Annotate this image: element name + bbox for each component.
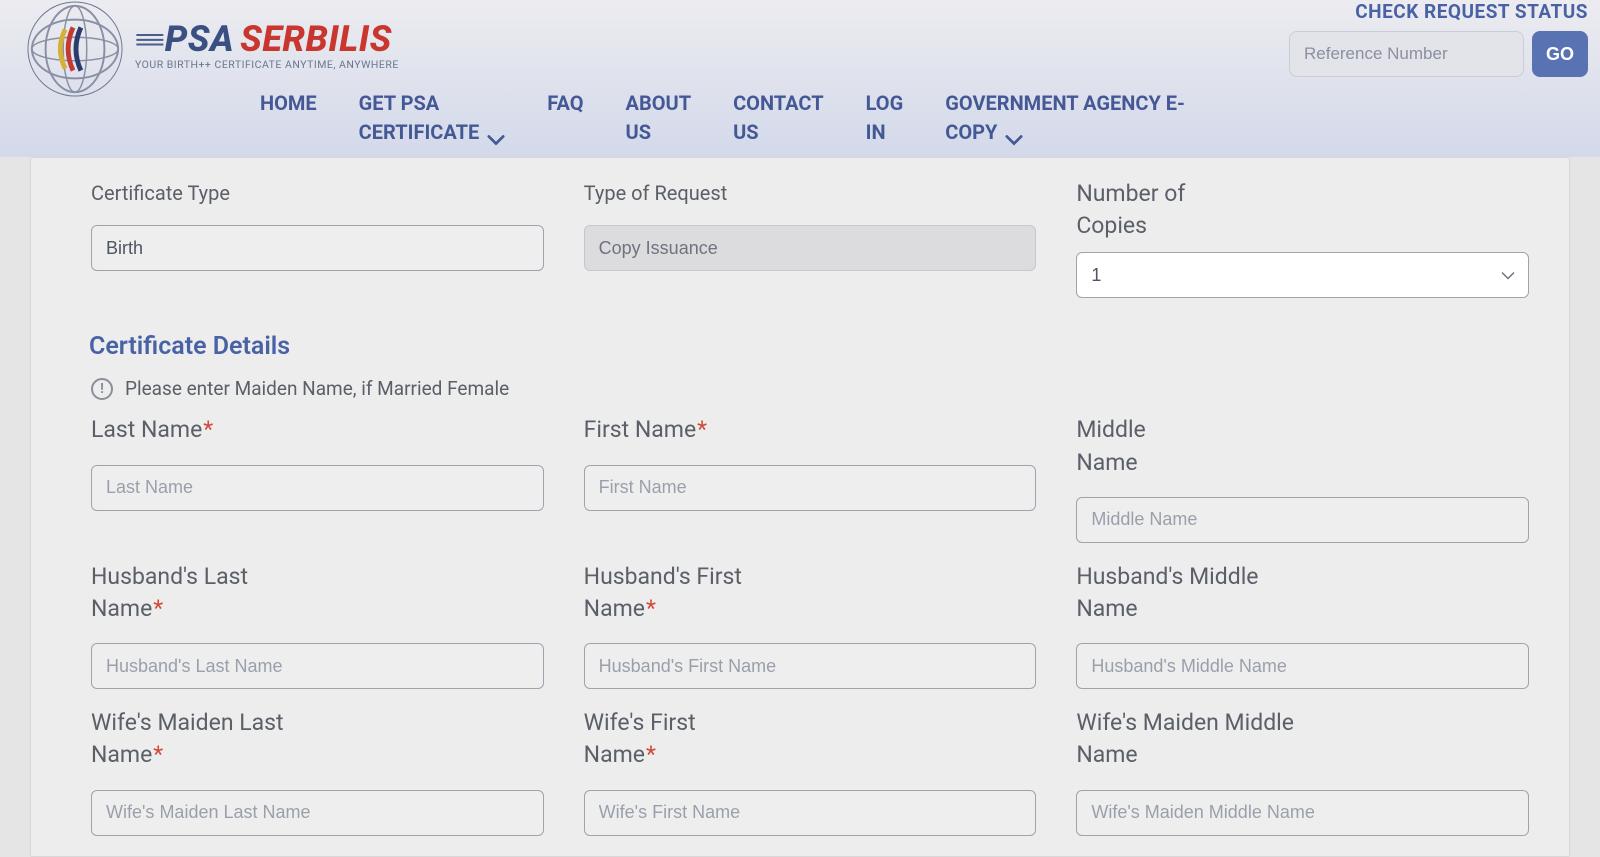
last-name-label: Last Name* (91, 414, 221, 446)
chevron-down-icon (1005, 126, 1023, 140)
husband-first-label: Husband's First Name* (584, 561, 784, 625)
speed-lines-icon: ≡≡ (135, 23, 162, 56)
info-row: ! Please enter Maiden Name, if Married F… (91, 377, 1529, 400)
husband-first-input[interactable] (584, 643, 1037, 689)
cert-type-input[interactable] (91, 225, 544, 271)
request-details-row: Certificate Type Type of Request Number … (91, 178, 1529, 298)
name-row: Last Name* First Name* Middle Name (91, 414, 1529, 542)
nav-faq[interactable]: FAQ (547, 89, 583, 147)
nav-home-label: HOME (260, 89, 317, 118)
nav-login-l1: LOG (866, 89, 904, 118)
wife-first-input[interactable] (584, 790, 1037, 836)
wife-middle-label: Wife's Maiden Middle Name (1076, 707, 1336, 771)
nav-about-l1: ABOUT (626, 89, 692, 118)
husband-last-label: Husband's Last Name* (91, 561, 291, 625)
husband-middle-label: Husband's Middle Name (1076, 561, 1296, 625)
copies-select[interactable] (1076, 252, 1529, 298)
husband-middle-input[interactable] (1076, 643, 1529, 689)
nav-contact-l2: US (733, 118, 824, 147)
form-card: Certificate Type Type of Request Number … (30, 157, 1570, 857)
nav-gov-l2: COPY (945, 118, 997, 147)
first-name-label: First Name* (584, 414, 714, 446)
go-button[interactable]: GO (1532, 31, 1588, 77)
site-header: ≡≡ PSA SERBILIS YOUR BIRTH++ CERTIFICATE… (0, 0, 1600, 157)
husband-row: Husband's Last Name* Husband's First Nam… (91, 561, 1529, 689)
nav-get-l2: CERTIFICATE (359, 118, 480, 147)
nav-contact[interactable]: CONTACT US (733, 89, 824, 147)
info-icon: ! (91, 378, 113, 400)
brand-psa: PSA (165, 18, 234, 60)
nav-gov-l1: GOVERNMENT AGENCY E- (945, 89, 1185, 118)
middle-name-label: Middle Name (1076, 414, 1206, 478)
nav-login[interactable]: LOG IN (866, 89, 904, 147)
brand: ≡≡ PSA SERBILIS YOUR BIRTH++ CERTIFICATE… (135, 18, 399, 71)
type-request-label: Type of Request (584, 178, 1037, 209)
copies-label: Number of Copies (1076, 178, 1206, 242)
main-nav: HOME GET PSA CERTIFICATE FAQ ABOUT US CO… (260, 89, 1185, 147)
nav-login-l2: IN (866, 118, 904, 147)
status-check-area: CHECK REQUEST STATUS GO (1289, 0, 1588, 77)
psa-seal-logo (20, 0, 130, 98)
nav-about[interactable]: ABOUT US (626, 89, 692, 147)
last-name-input[interactable] (91, 465, 544, 511)
certificate-details-heading: Certificate Details (89, 332, 1529, 361)
nav-get-l1: GET PSA (359, 89, 506, 118)
reference-number-input[interactable] (1289, 31, 1524, 77)
nav-contact-l1: CONTACT (733, 89, 824, 118)
first-name-input[interactable] (584, 465, 1037, 511)
check-status-label: CHECK REQUEST STATUS (1355, 0, 1588, 23)
middle-name-input[interactable] (1076, 497, 1529, 543)
wife-last-input[interactable] (91, 790, 544, 836)
brand-serbilis: SERBILIS (240, 18, 392, 60)
info-text: Please enter Maiden Name, if Married Fem… (125, 377, 509, 400)
nav-home[interactable]: HOME (260, 89, 317, 118)
cert-type-label: Certificate Type (91, 178, 544, 209)
nav-faq-label: FAQ (547, 89, 583, 118)
brand-tagline: YOUR BIRTH++ CERTIFICATE ANYTIME, ANYWHE… (135, 58, 399, 71)
page-content: Certificate Type Type of Request Number … (0, 157, 1600, 857)
wife-last-label: Wife's Maiden Last Name* (91, 707, 321, 771)
husband-last-input[interactable] (91, 643, 544, 689)
wife-middle-input[interactable] (1076, 790, 1529, 836)
nav-gov-ecopy[interactable]: GOVERNMENT AGENCY E- COPY (945, 89, 1185, 147)
wife-row: Wife's Maiden Last Name* Wife's First Na… (91, 707, 1529, 835)
chevron-down-icon (487, 126, 505, 140)
nav-get-certificate[interactable]: GET PSA CERTIFICATE (359, 89, 506, 147)
nav-about-l2: US (626, 118, 692, 147)
wife-first-label: Wife's First Name* (584, 707, 744, 771)
type-request-input (584, 225, 1037, 271)
